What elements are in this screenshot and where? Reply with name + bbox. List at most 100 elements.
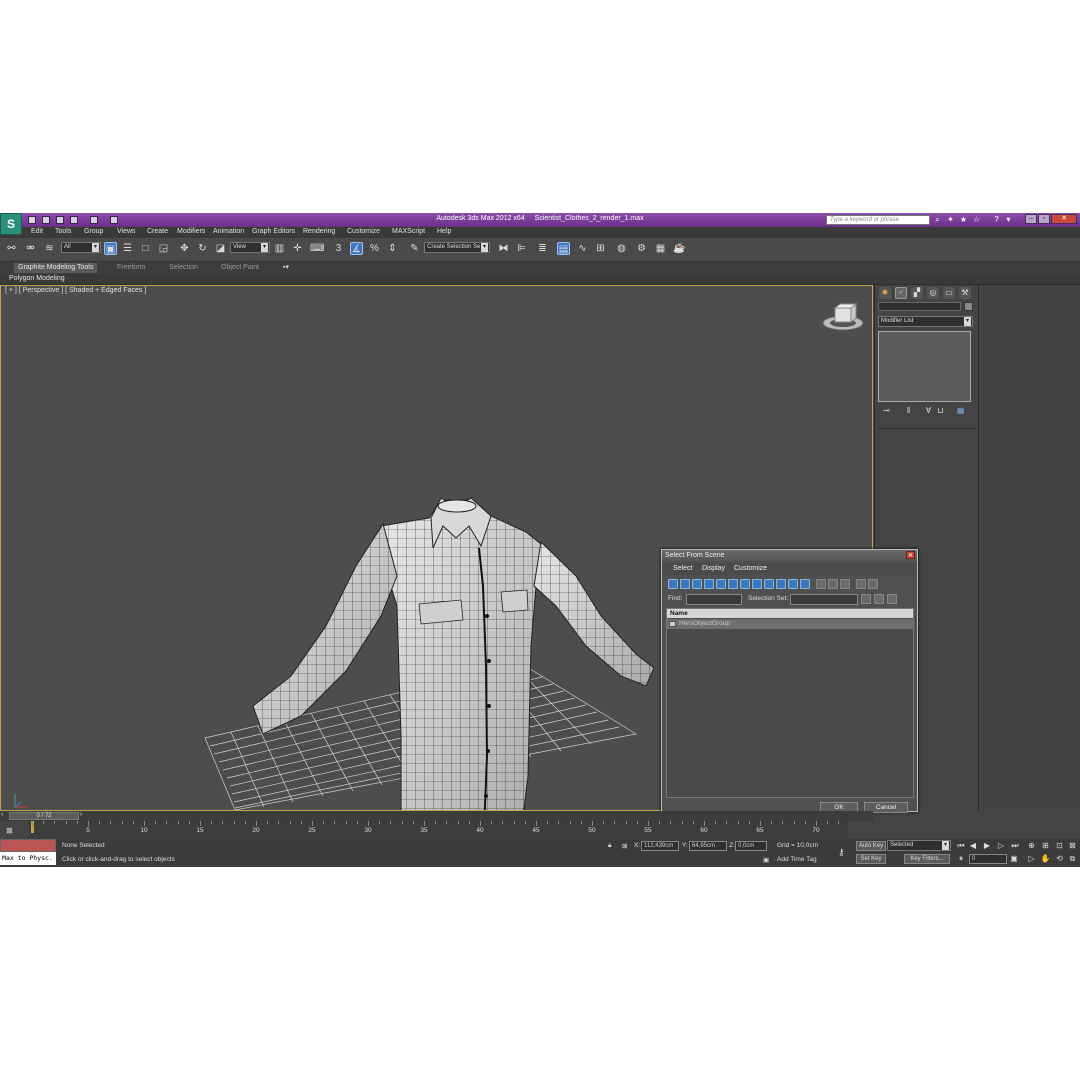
create-selection-set-icon[interactable] <box>874 594 884 604</box>
go-to-start-icon[interactable]: ⏮ <box>956 841 966 851</box>
select-none-icon[interactable] <box>828 579 838 589</box>
render-setup-icon[interactable]: ⚙ <box>635 242 648 255</box>
tab-freeform[interactable]: Freeform <box>113 263 149 273</box>
current-frame-field[interactable]: 0 <box>969 854 1007 864</box>
display-bones-icon[interactable] <box>764 579 774 589</box>
window-crossing-icon[interactable]: ◲ <box>157 242 170 255</box>
list-item[interactable]: HeroObjectGroup <box>667 619 913 629</box>
hierarchy-tab-icon[interactable]: ▞ <box>911 287 923 299</box>
name-column-header[interactable]: Name <box>667 609 913 618</box>
scene-object-list[interactable]: Name HeroObjectGroup <box>666 608 914 798</box>
show-end-result-icon[interactable]: ‖ <box>904 406 913 416</box>
keyboard-shortcut-override-icon[interactable]: ⌨ <box>310 242 324 255</box>
minimize-button[interactable]: – <box>1025 214 1037 224</box>
curve-editor-icon[interactable]: ∿ <box>576 242 589 255</box>
selection-filter-dropdown[interactable]: All ▾ <box>61 242 101 253</box>
rectangular-selection-icon[interactable]: □ <box>139 242 152 255</box>
previous-frame-icon[interactable]: ◀ <box>968 841 978 851</box>
angle-snap-icon[interactable]: ∡ <box>350 242 363 255</box>
select-by-name-icon[interactable]: ☰ <box>121 242 134 255</box>
mirror-icon[interactable]: ⧓ <box>497 242 510 255</box>
time-configuration-icon[interactable]: ▣ <box>1009 854 1019 864</box>
menu-rendering[interactable]: Rendering <box>303 228 335 235</box>
motion-tab-icon[interactable]: ◎ <box>927 287 939 299</box>
create-tab-icon[interactable]: ✹ <box>879 287 891 299</box>
absolute-mode-icon[interactable]: ⊠ <box>622 842 627 850</box>
maxscript-listener-mini[interactable] <box>0 839 56 852</box>
viewcube-icon[interactable] <box>822 303 864 331</box>
dialog-title-bar[interactable]: Select From Scene ✕ <box>662 550 917 561</box>
menu-graph-editors[interactable]: Graph Editors <box>252 228 295 235</box>
time-tag-icon[interactable]: ▣ <box>763 856 769 864</box>
menu-views[interactable]: Views <box>117 228 136 235</box>
zoom-all-icon[interactable]: ⊞ <box>1040 840 1051 851</box>
select-and-move-icon[interactable]: ✥ <box>178 242 191 255</box>
display-groups-icon[interactable] <box>740 579 750 589</box>
time-slider-thumb[interactable]: 0 / 72 <box>9 812 79 820</box>
selection-set-dropdown[interactable] <box>790 594 858 605</box>
z-coordinate-field[interactable]: 0,0cm <box>735 841 767 851</box>
object-color-swatch[interactable] <box>964 302 973 311</box>
menu-tools[interactable]: Tools <box>55 228 71 235</box>
menu-customize[interactable]: Customize <box>347 228 380 235</box>
tab-selection[interactable]: Selection <box>165 263 202 273</box>
remove-selection-set-icon[interactable] <box>887 594 897 604</box>
find-input[interactable] <box>686 594 742 605</box>
set-key-button[interactable]: Set Key <box>856 854 886 864</box>
time-slider[interactable]: ‹ 0 / 72 › <box>0 811 873 821</box>
snaps-toggle-icon[interactable]: 3 <box>332 242 345 255</box>
object-name-field[interactable] <box>878 302 961 311</box>
select-all-icon[interactable] <box>816 579 826 589</box>
schematic-view-icon[interactable]: ⊞ <box>594 242 607 255</box>
next-frame-icon[interactable]: ▷ <box>996 841 1006 851</box>
maximize-viewport-icon[interactable]: ⧉ <box>1067 853 1078 864</box>
selection-set-options-icon[interactable] <box>861 594 871 604</box>
named-selection-set-dropdown[interactable]: Create Selection Se ▾ <box>424 242 490 253</box>
configure-modifier-sets-icon[interactable]: ▦ <box>956 406 965 416</box>
maximize-button[interactable]: ▫ <box>1038 214 1050 224</box>
dialog-menu-display[interactable]: Display <box>702 565 725 572</box>
align-icon[interactable]: ⊫ <box>515 242 528 255</box>
select-and-manipulate-icon[interactable]: ✛ <box>291 242 304 255</box>
zoom-extents-all-icon[interactable]: ⊠ <box>1067 840 1078 851</box>
orbit-icon[interactable]: ⟲ <box>1054 853 1065 864</box>
polygon-modeling-panel[interactable]: Polygon Modeling <box>9 275 65 282</box>
menu-help[interactable]: Help <box>437 228 451 235</box>
key-icon[interactable]: ⚷ <box>838 847 845 858</box>
dialog-close-icon[interactable]: ✕ <box>906 551 915 559</box>
pan-icon[interactable]: ✋ <box>1040 853 1051 864</box>
communication-icon[interactable]: ★ <box>959 215 968 224</box>
display-geometry-icon[interactable] <box>668 579 678 589</box>
pin-stack-icon[interactable]: ⊸ <box>882 406 891 416</box>
select-and-rotate-icon[interactable]: ↻ <box>196 242 209 255</box>
ribbon-options-icon[interactable]: ▪▾ <box>279 263 293 273</box>
display-xrefs-icon[interactable] <box>752 579 762 589</box>
filter-options-icon[interactable] <box>868 579 878 589</box>
spinner-snap-icon[interactable]: ⇕ <box>386 242 399 255</box>
play-icon[interactable]: ▶ <box>982 841 992 851</box>
menu-maxscript[interactable]: MAXScript <box>392 228 425 235</box>
modify-tab-icon[interactable]: ◜ <box>895 287 907 299</box>
dialog-menu-select[interactable]: Select <box>673 565 692 572</box>
binoculars-icon[interactable]: ⌕ <box>933 215 942 224</box>
go-to-end-icon[interactable]: ⏭ <box>1010 841 1020 851</box>
menu-modifiers[interactable]: Modifiers <box>177 228 205 235</box>
zoom-extents-icon[interactable]: ⊡ <box>1054 840 1065 851</box>
app-logo-icon[interactable]: S <box>0 213 22 235</box>
menu-animation[interactable]: Animation <box>213 228 244 235</box>
remove-modifier-icon[interactable]: ⊔ <box>936 406 945 416</box>
tab-object-paint[interactable]: Object Paint <box>217 263 263 273</box>
display-hidden-icon[interactable] <box>800 579 810 589</box>
graphite-toggle-icon[interactable]: ▤ <box>557 242 570 255</box>
next-frame-arrow-icon[interactable]: › <box>80 811 88 821</box>
make-unique-icon[interactable]: ∀ <box>924 406 933 416</box>
track-bar[interactable]: 5 10 15 20 25 30 35 40 45 50 55 60 65 70 <box>28 821 848 839</box>
key-filters-button[interactable]: Key Filters... <box>904 854 950 864</box>
add-time-tag[interactable]: Add Time Tag <box>777 856 817 863</box>
material-editor-icon[interactable]: ◍ <box>615 242 628 255</box>
unlink-icon[interactable]: ⚮ <box>24 242 37 255</box>
favorites-icon[interactable]: ☆ <box>972 215 981 224</box>
help-icon[interactable]: ? <box>992 215 1001 224</box>
display-space-warps-icon[interactable] <box>728 579 738 589</box>
select-invert-icon[interactable] <box>840 579 850 589</box>
